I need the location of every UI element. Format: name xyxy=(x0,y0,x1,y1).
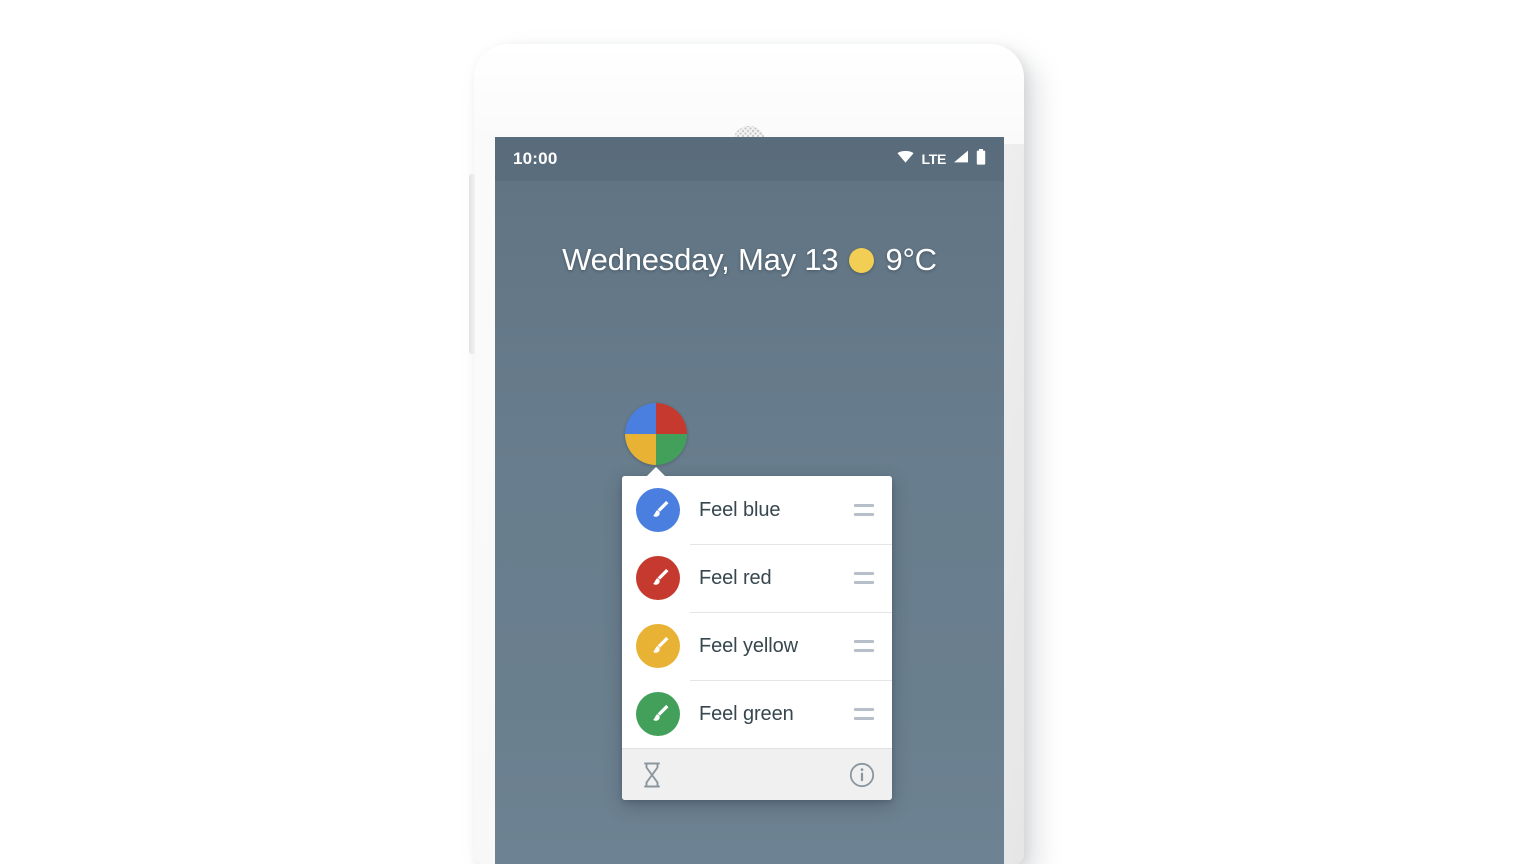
avatar xyxy=(636,556,680,600)
popup-footer-bar xyxy=(622,748,892,800)
phone-device: 10:00 LTE Wednesday, May 13 9°C Feel blu… xyxy=(469,44,1024,864)
widget-date-label: Wednesday, May 13 xyxy=(562,242,839,277)
list-item-label: Feel red xyxy=(699,566,772,589)
date-weather-widget[interactable]: Wednesday, May 13 9°C xyxy=(495,242,1004,278)
app-icon-quadrant-top-left xyxy=(625,403,656,434)
list-item[interactable]: Feel red xyxy=(622,544,892,612)
drag-handle-icon[interactable] xyxy=(854,640,874,652)
list-item-label: Feel blue xyxy=(699,498,781,521)
signal-bars-icon xyxy=(953,150,969,168)
status-bar: 10:00 LTE xyxy=(495,137,1004,181)
widget-temperature-label: 9°C xyxy=(885,242,937,277)
status-bar-icons: LTE xyxy=(897,148,986,170)
sun-icon xyxy=(849,247,875,273)
shortcut-popup-card: Feel blue Feel red Feel yellow Feel gree… xyxy=(622,467,892,800)
info-icon[interactable] xyxy=(849,762,875,788)
four-color-app-icon[interactable] xyxy=(625,403,687,465)
status-bar-clock: 10:00 xyxy=(513,149,558,168)
avatar xyxy=(636,624,680,668)
avatar xyxy=(636,692,680,736)
list-item[interactable]: Feel green xyxy=(622,680,892,748)
list-item-label: Feel green xyxy=(699,702,794,725)
list-item[interactable]: Feel blue xyxy=(622,476,892,544)
shortcut-list: Feel blue Feel red Feel yellow Feel gree… xyxy=(622,476,892,748)
wifi-icon xyxy=(897,150,914,168)
hourglass-icon[interactable] xyxy=(639,762,665,788)
battery-icon xyxy=(976,148,986,170)
drag-handle-icon[interactable] xyxy=(854,504,874,516)
drag-handle-icon[interactable] xyxy=(854,572,874,584)
app-icon-quadrant-bottom-right xyxy=(656,434,687,465)
app-icon-quadrant-bottom-left xyxy=(625,434,656,465)
network-type-label: LTE xyxy=(921,151,946,167)
app-icon-quadrant-top-right xyxy=(656,403,687,434)
drag-handle-icon[interactable] xyxy=(854,708,874,720)
phone-screen: 10:00 LTE Wednesday, May 13 9°C Feel blu… xyxy=(495,137,1004,864)
list-item[interactable]: Feel yellow xyxy=(622,612,892,680)
list-item-label: Feel yellow xyxy=(699,634,798,657)
volume-button[interactable] xyxy=(469,174,475,354)
avatar xyxy=(636,488,680,532)
